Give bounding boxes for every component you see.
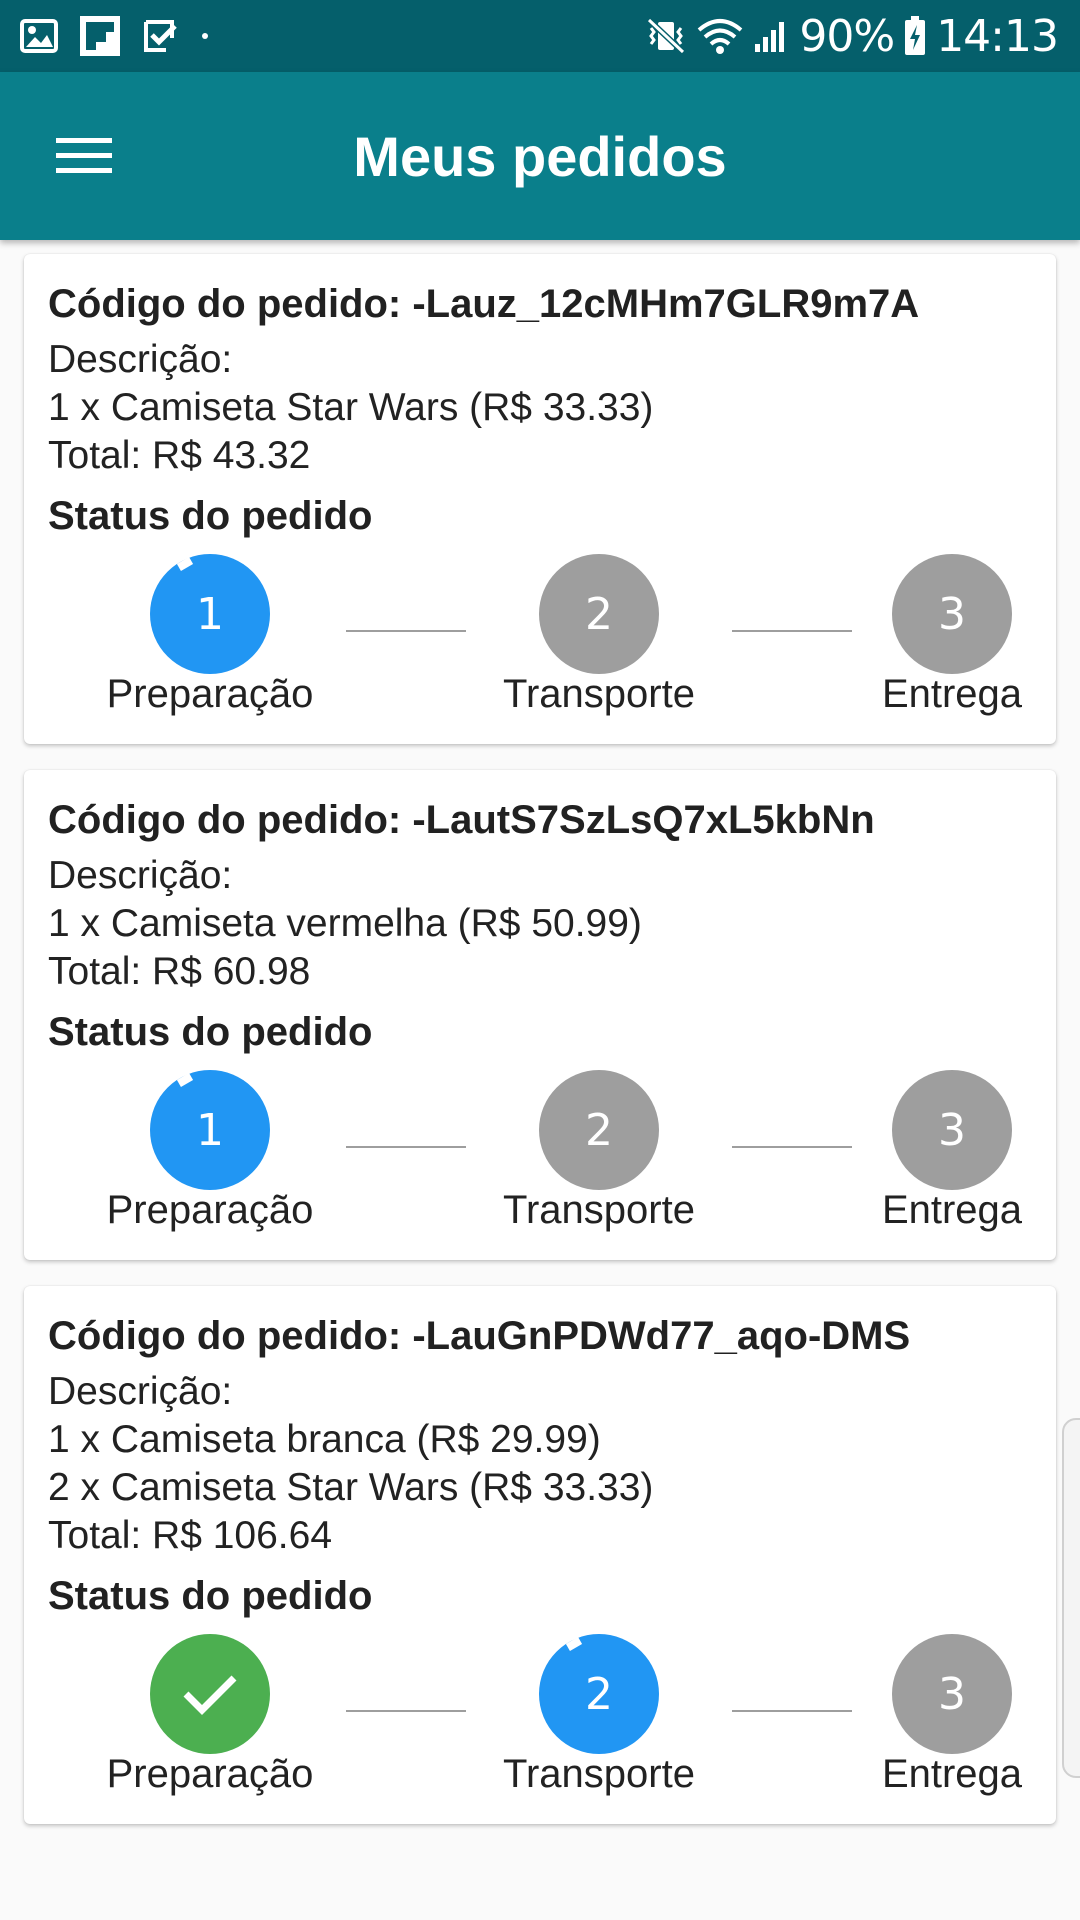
status-bar-notifications xyxy=(20,16,232,56)
order-item: 2 x Camiseta Star Wars (R$ 33.33) xyxy=(48,1466,654,1509)
step-number: 3 xyxy=(938,588,966,640)
order-card[interactable]: Código do pedido: -Lauz_12cMHm7GLR9m7A D… xyxy=(24,254,1056,744)
step-number: 2 xyxy=(585,588,613,640)
step-label: Transporte xyxy=(503,1188,695,1232)
step-connector xyxy=(346,630,466,632)
order-item: 1 x Camiseta vermelha (R$ 50.99) xyxy=(48,902,642,945)
checkmark-icon xyxy=(183,1675,237,1715)
step-number: 3 xyxy=(938,1668,966,1720)
status-bar-system: 90% 14:13 xyxy=(635,10,1059,62)
step-connector xyxy=(732,630,852,632)
step-circle-active: 1 xyxy=(150,554,270,674)
active-indicator xyxy=(176,557,194,571)
wifi-icon xyxy=(698,19,743,54)
order-status-stepper: 1 Preparação 2 Transporte 3 Entrega xyxy=(48,548,1032,748)
step-circle-done xyxy=(150,1634,270,1754)
description-label: Descrição: xyxy=(48,1370,233,1413)
order-total: Total: R$ 60.98 xyxy=(48,950,311,993)
order-code: Código do pedido: -LauGnPDWd77_aqo-DMS xyxy=(48,1314,911,1358)
status-title: Status do pedido xyxy=(48,494,373,538)
active-indicator xyxy=(565,1637,583,1651)
step-label: Entrega xyxy=(881,1188,1023,1232)
status-title: Status do pedido xyxy=(48,1010,373,1054)
step-label: Entrega xyxy=(881,1752,1023,1796)
order-code: Código do pedido: -LautS7SzLsQ7xL5kbNn xyxy=(48,798,875,842)
status-title: Status do pedido xyxy=(48,1574,373,1618)
order-status-stepper: Preparação 2 Transporte 3 Entrega xyxy=(48,1628,1032,1828)
task-check-notification-icon xyxy=(144,20,177,52)
step-number: 1 xyxy=(196,588,224,640)
step-circle-pending: 3 xyxy=(892,1634,1012,1754)
flipboard-notification-icon xyxy=(80,16,120,56)
step-circle-pending: 3 xyxy=(892,554,1012,674)
step-circle-active: 1 xyxy=(150,1070,270,1190)
signal-strength-icon xyxy=(755,22,785,52)
edge-panel-handle[interactable] xyxy=(1062,1418,1080,1778)
order-card[interactable]: Código do pedido: -LauGnPDWd77_aqo-DMS D… xyxy=(24,1286,1056,1824)
order-item: 1 x Camiseta branca (R$ 29.99) xyxy=(48,1418,601,1461)
step-label: Entrega xyxy=(881,672,1023,716)
order-status-stepper: 1 Preparação 2 Transporte 3 Entrega xyxy=(48,1064,1032,1264)
step-number: 2 xyxy=(585,1668,613,1720)
step-label: Preparação xyxy=(106,1188,314,1232)
step-connector xyxy=(346,1710,466,1712)
step-number: 2 xyxy=(585,1104,613,1156)
order-code: Código do pedido: -Lauz_12cMHm7GLR9m7A xyxy=(48,282,920,326)
battery-percent: 90% xyxy=(799,10,895,62)
step-circle-active: 2 xyxy=(539,1634,659,1754)
vibrate-mute-icon xyxy=(647,17,686,55)
description-label: Descrição: xyxy=(48,338,233,381)
step-label: Transporte xyxy=(503,1752,695,1796)
gallery-notification-icon xyxy=(20,19,58,53)
step-circle-pending: 3 xyxy=(892,1070,1012,1190)
step-label: Preparação xyxy=(106,1752,314,1796)
step-circle-pending: 2 xyxy=(539,1070,659,1190)
order-total: Total: R$ 106.64 xyxy=(48,1514,333,1557)
step-number: 3 xyxy=(938,1104,966,1156)
step-connector xyxy=(732,1146,852,1148)
step-label: Transporte xyxy=(503,672,695,716)
clock: 14:13 xyxy=(936,10,1059,62)
page-title: Meus pedidos xyxy=(353,125,727,188)
step-label: Preparação xyxy=(106,672,314,716)
status-bar: 90% 14:13 xyxy=(0,0,1080,72)
description-label: Descrição: xyxy=(48,854,233,897)
battery-charging-icon xyxy=(905,16,926,55)
step-connector xyxy=(346,1146,466,1148)
step-number: 1 xyxy=(196,1104,224,1156)
step-connector xyxy=(732,1710,852,1712)
order-item: 1 x Camiseta Star Wars (R$ 33.33) xyxy=(48,386,654,429)
app-bar: Meus pedidos xyxy=(0,72,1080,240)
active-indicator xyxy=(176,1073,194,1087)
order-card[interactable]: Código do pedido: -LautS7SzLsQ7xL5kbNn D… xyxy=(24,770,1056,1260)
step-circle-pending: 2 xyxy=(539,554,659,674)
order-total: Total: R$ 43.32 xyxy=(48,434,311,477)
more-notifications-dot-icon xyxy=(202,33,208,39)
